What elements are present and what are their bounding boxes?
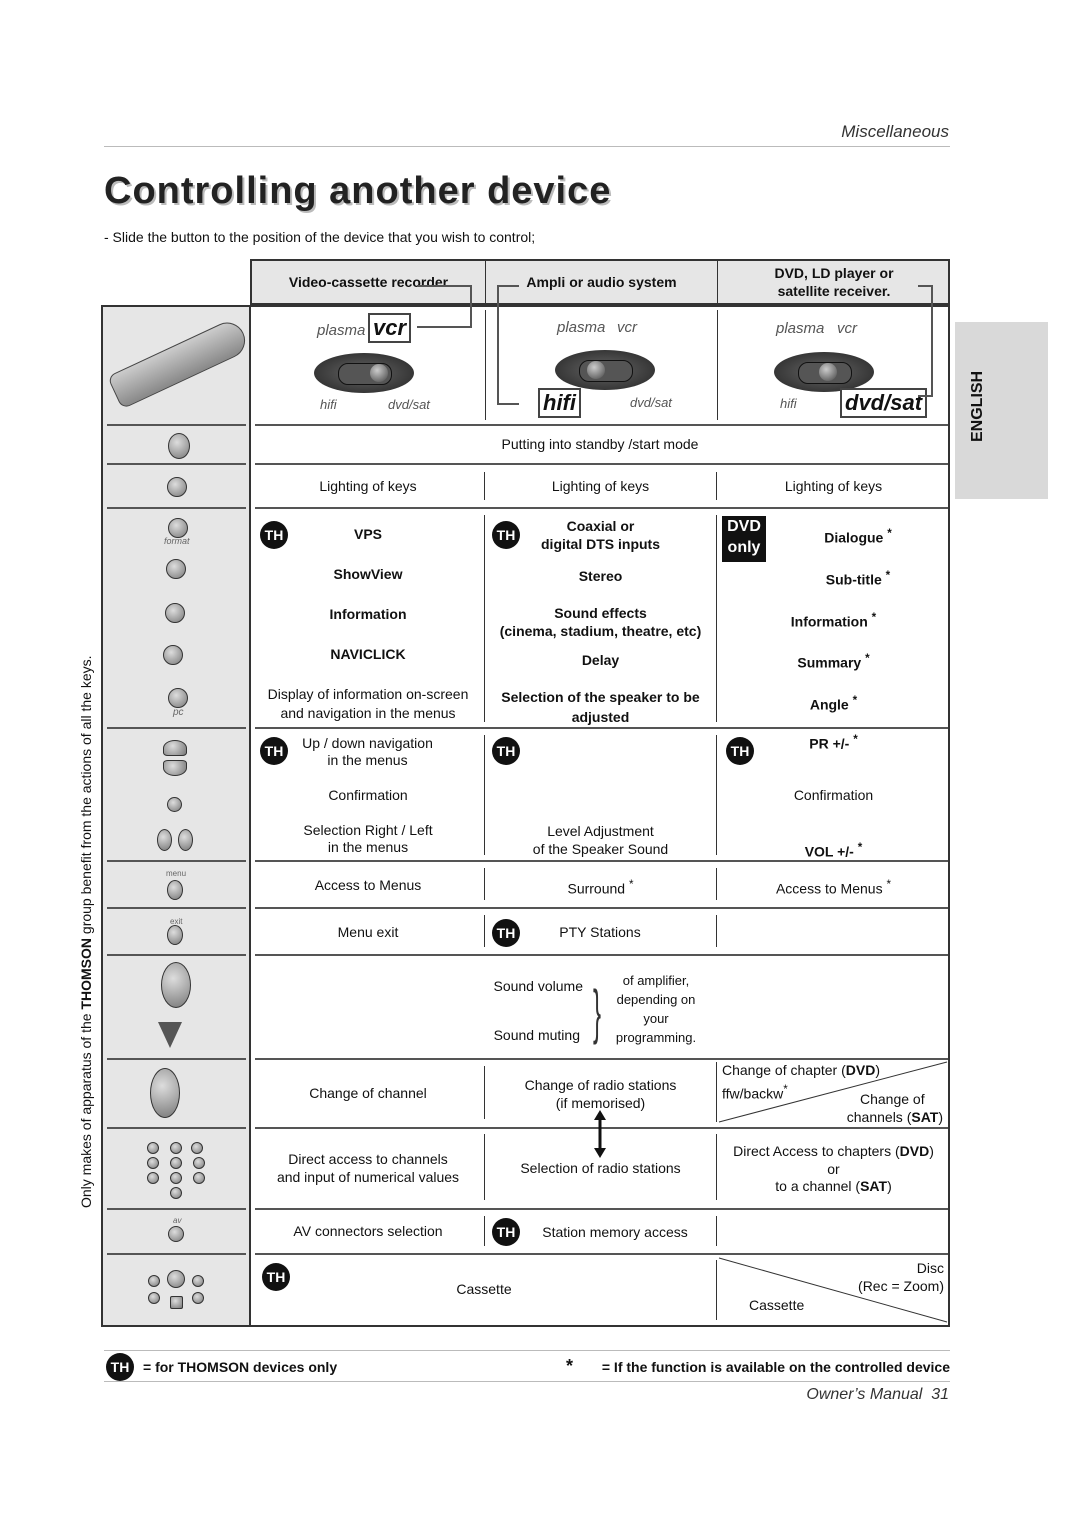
- dvd-only-badge: DVD only: [722, 516, 766, 562]
- thomson-badge: TH: [106, 1353, 134, 1381]
- program-key-icon: [150, 1068, 180, 1118]
- page-footer: Owner’s Manual 31: [806, 1386, 949, 1403]
- slide-switch-dvdsat: [774, 352, 874, 392]
- brace: }: [593, 978, 602, 1045]
- exit-key-icon: [167, 925, 183, 945]
- section-label: Miscellaneous: [841, 122, 949, 141]
- language-tab: ENGLISH: [955, 322, 1048, 499]
- thomson-badge: TH: [492, 737, 520, 765]
- screen-key-icon: [165, 603, 185, 623]
- slide-switch-hifi: [555, 350, 655, 390]
- power-key-icon: [168, 433, 190, 459]
- menu-key-icon: [167, 880, 183, 900]
- up-key-icon: [163, 740, 187, 756]
- left-key-icon: [157, 829, 172, 851]
- slide-switch-vcr: [314, 353, 414, 393]
- star-legend: = If the function is available on the co…: [601, 1359, 950, 1375]
- pc-key-icon: [168, 688, 188, 708]
- hifi-highlight: hifi: [538, 388, 581, 418]
- page-title: Controlling another device: [104, 170, 612, 212]
- vcr-highlight: vcr: [368, 313, 412, 343]
- thomson-legend: = for THOMSON devices only: [143, 1359, 338, 1375]
- manual-page: Miscellaneous Controlling another device…: [0, 0, 1080, 1528]
- standby-text: Putting into standby /start mode: [501, 436, 699, 452]
- dvdsat-highlight: dvd/sat: [840, 388, 928, 418]
- right-key-icon: [178, 829, 193, 851]
- ok-key-icon: [167, 797, 182, 812]
- col-ampli: Ampli or audio system: [526, 274, 677, 290]
- mute-key-icon: [158, 1022, 182, 1048]
- vertical-note: Only makes of apparatus of the THOMSON g…: [78, 655, 94, 1208]
- sound-key-icon: [166, 559, 186, 579]
- format-key-icon: [168, 518, 188, 538]
- divider: [104, 146, 950, 147]
- thomson-badge: TH: [492, 1218, 520, 1246]
- volume-key-icon: [161, 962, 191, 1008]
- double-arrow-icon: [594, 1110, 606, 1158]
- star-icon: *: [566, 1356, 574, 1376]
- av-key-icon: [168, 1226, 184, 1242]
- intro-text: - Slide the button to the position of th…: [104, 229, 536, 245]
- light-key-icon: [167, 477, 187, 497]
- col-dvd: DVD, LD player or: [774, 265, 894, 281]
- clock-key-icon: [163, 645, 183, 665]
- down-key-icon: [163, 760, 187, 776]
- thomson-badge: TH: [492, 919, 520, 947]
